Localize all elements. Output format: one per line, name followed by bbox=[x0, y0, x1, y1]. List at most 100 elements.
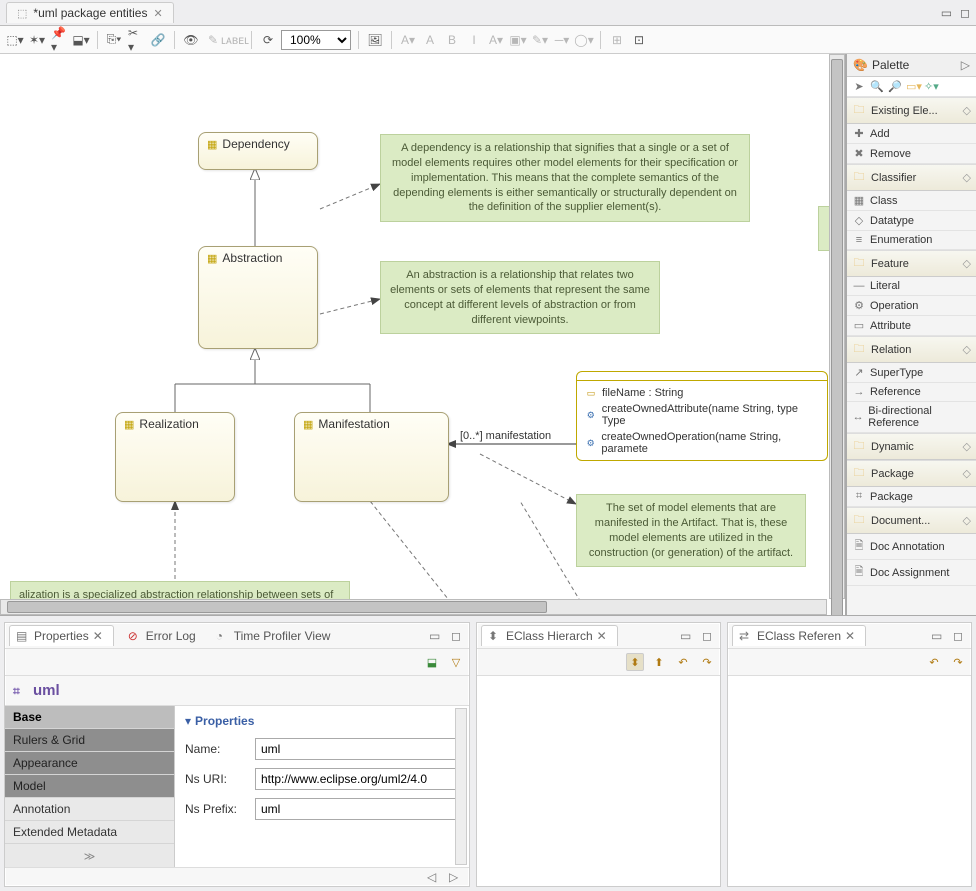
close-icon[interactable]: ✕ bbox=[93, 629, 107, 643]
palette-item-remove[interactable]: ✖Remove bbox=[847, 144, 976, 164]
horizontal-scrollbar[interactable] bbox=[0, 599, 827, 615]
class-abstraction[interactable]: ▦Abstraction bbox=[198, 246, 318, 349]
hide-icon[interactable]: 👁 bbox=[182, 31, 200, 49]
palette-item-enumeration[interactable]: ≡Enumeration bbox=[847, 231, 976, 250]
class-dependency[interactable]: ▦Dependency bbox=[198, 132, 318, 170]
minimize-icon[interactable]: ▭ bbox=[429, 629, 443, 643]
label-icon[interactable]: ʟᴀʙᴇʟ bbox=[226, 31, 244, 49]
history-back-icon[interactable]: ↶ bbox=[674, 653, 692, 671]
nsprefix-input[interactable] bbox=[255, 798, 459, 820]
view-menu-icon[interactable]: ▽ bbox=[447, 653, 465, 671]
propnav-appearance[interactable]: Appearance bbox=[5, 752, 174, 775]
close-icon[interactable]: ✕ bbox=[153, 7, 162, 20]
font-size-icon[interactable]: A bbox=[421, 31, 439, 49]
close-icon[interactable]: ✕ bbox=[597, 629, 611, 643]
fontcolor-icon[interactable]: A▾ bbox=[487, 31, 505, 49]
tab-timeprofiler[interactable]: ◔Time Profiler View bbox=[210, 626, 337, 646]
close-icon[interactable]: ✕ bbox=[845, 629, 859, 643]
palette-item-package[interactable]: ⌗Package bbox=[847, 487, 976, 507]
editor-tab[interactable]: ⬚ *uml package entities ✕ bbox=[6, 2, 174, 23]
copy-layout-icon[interactable]: ⎘▾ bbox=[105, 31, 123, 49]
nav-overflow-icon[interactable]: ≫ bbox=[5, 846, 174, 867]
propnav-base[interactable]: Base bbox=[5, 706, 174, 729]
snap-icon[interactable]: ⊡ bbox=[630, 31, 648, 49]
compartment-box[interactable]: ▭fileName : String ⚙createOwnedAttribute… bbox=[576, 371, 828, 461]
show-supertype-icon[interactable]: ⬆ bbox=[650, 653, 668, 671]
pointer-icon[interactable]: ➤ bbox=[852, 80, 866, 93]
show-categories-icon[interactable]: ⬓ bbox=[423, 653, 441, 671]
history-fwd-icon[interactable]: ↷ bbox=[949, 653, 967, 671]
fillcolor-icon[interactable]: ▣▾ bbox=[509, 31, 527, 49]
zoom-out-icon[interactable]: 🔎 bbox=[888, 80, 902, 93]
palette-item-attribute[interactable]: ▭Attribute bbox=[847, 316, 976, 336]
diagram-canvas[interactable]: ▦Dependency ▦Abstraction ▦Realization ▦M… bbox=[0, 54, 846, 615]
export-image-icon[interactable]: 🖼 bbox=[366, 31, 384, 49]
tab-errorlog[interactable]: ⊘Error Log bbox=[122, 626, 202, 646]
minimize-icon[interactable]: ▭ bbox=[931, 629, 945, 643]
palette-item-literal[interactable]: —Literal bbox=[847, 277, 976, 296]
palette-item-operation[interactable]: ⚙Operation bbox=[847, 296, 976, 316]
arrange-icon[interactable]: ✶▾ bbox=[28, 31, 46, 49]
scroll-left-icon[interactable]: ◁ bbox=[427, 870, 441, 884]
italic-icon[interactable]: I bbox=[465, 31, 483, 49]
note-abstraction[interactable]: An abstraction is a relationship that re… bbox=[380, 261, 660, 334]
pin-icon[interactable]: 📌▾ bbox=[50, 31, 68, 49]
propnav-rulers[interactable]: Rulers & Grid bbox=[5, 729, 174, 752]
tab-properties[interactable]: ▤Properties✕ bbox=[9, 625, 114, 646]
maximize-icon[interactable]: ◻ bbox=[451, 629, 465, 643]
maximize-icon[interactable]: ◻ bbox=[960, 6, 970, 20]
chevron-right-icon[interactable]: ▷ bbox=[961, 58, 970, 72]
shape-icon[interactable]: ◯▾ bbox=[575, 31, 593, 49]
collapse-icon[interactable]: ▾ bbox=[185, 714, 191, 728]
maximize-icon[interactable]: ◻ bbox=[702, 629, 716, 643]
select-all-icon[interactable]: ⊞ bbox=[608, 31, 626, 49]
history-fwd-icon[interactable]: ↷ bbox=[698, 653, 716, 671]
palette-group-relation[interactable]: 🗀Relation◇ bbox=[847, 336, 976, 363]
palette-item-doc-assignment[interactable]: 🗎Doc Assignment bbox=[847, 560, 976, 586]
filter-icon[interactable]: ✂▾ bbox=[127, 31, 145, 49]
palette-item-doc-annotation[interactable]: 🗎Doc Annotation bbox=[847, 534, 976, 560]
maximize-icon[interactable]: ◻ bbox=[953, 629, 967, 643]
palette-item-supertype[interactable]: ↗SuperType bbox=[847, 363, 976, 383]
palette-item-class[interactable]: ▦Class bbox=[847, 191, 976, 211]
propnav-model[interactable]: Model bbox=[5, 775, 174, 798]
show-type-hierarchy-icon[interactable]: ⬍ bbox=[626, 653, 644, 671]
vertical-scrollbar[interactable] bbox=[829, 54, 845, 599]
layout-icon[interactable]: ⬚▾ bbox=[6, 31, 24, 49]
zoom-in-icon[interactable]: 🔍 bbox=[870, 80, 884, 93]
name-input[interactable] bbox=[255, 738, 459, 760]
note-tool-icon[interactable]: ▭▾ bbox=[906, 80, 920, 93]
minimize-icon[interactable]: ▭ bbox=[680, 629, 694, 643]
palette-item-reference[interactable]: →Reference bbox=[847, 383, 976, 402]
palette-group-existing[interactable]: 🗀Existing Ele...◇ bbox=[847, 97, 976, 124]
palette-group-classifier[interactable]: 🗀Classifier◇ bbox=[847, 164, 976, 191]
nsuri-input[interactable] bbox=[255, 768, 459, 790]
history-back-icon[interactable]: ↶ bbox=[925, 653, 943, 671]
minimize-icon[interactable]: ▭ bbox=[941, 6, 952, 20]
vertical-scrollbar[interactable] bbox=[455, 708, 467, 865]
zoom-select[interactable]: 100% bbox=[281, 30, 351, 50]
linecolor-icon[interactable]: ✎▾ bbox=[531, 31, 549, 49]
linestyle-icon[interactable]: ─▾ bbox=[553, 31, 571, 49]
palette-group-feature[interactable]: 🗀Feature◇ bbox=[847, 250, 976, 277]
palette-item-add[interactable]: ✚Add bbox=[847, 124, 976, 144]
palette-item-bi-directional-reference[interactable]: ↔Bi-directional Reference bbox=[847, 402, 976, 433]
bold-icon[interactable]: B bbox=[443, 31, 461, 49]
note-dependency[interactable]: A dependency is a relationship that sign… bbox=[380, 134, 750, 222]
note-manifestation[interactable]: The set of model elements that are manif… bbox=[576, 494, 806, 567]
scroll-right-icon[interactable]: ▷ bbox=[449, 870, 463, 884]
palette-group-document[interactable]: 🗀Document...◇ bbox=[847, 507, 976, 534]
class-realization[interactable]: ▦Realization bbox=[115, 412, 235, 502]
font-icon[interactable]: A▾ bbox=[399, 31, 417, 49]
propnav-extmeta[interactable]: Extended Metadata bbox=[5, 821, 174, 844]
propnav-annotation[interactable]: Annotation bbox=[5, 798, 174, 821]
align-icon[interactable]: ⬓▾ bbox=[72, 31, 90, 49]
palette-group-dynamic[interactable]: 🗀Dynamic◇ bbox=[847, 433, 976, 460]
palette-item-datatype[interactable]: ◇Datatype bbox=[847, 211, 976, 231]
link-icon[interactable]: 🔗 bbox=[149, 31, 167, 49]
tab-eclass-hierarch[interactable]: ⬍EClass Hierarch✕ bbox=[481, 625, 618, 646]
highlight-icon[interactable]: ✎ bbox=[204, 31, 222, 49]
class-manifestation[interactable]: ▦Manifestation bbox=[294, 412, 449, 502]
wand-icon[interactable]: ✧▾ bbox=[924, 80, 938, 93]
palette-group-package[interactable]: 🗀Package◇ bbox=[847, 460, 976, 487]
